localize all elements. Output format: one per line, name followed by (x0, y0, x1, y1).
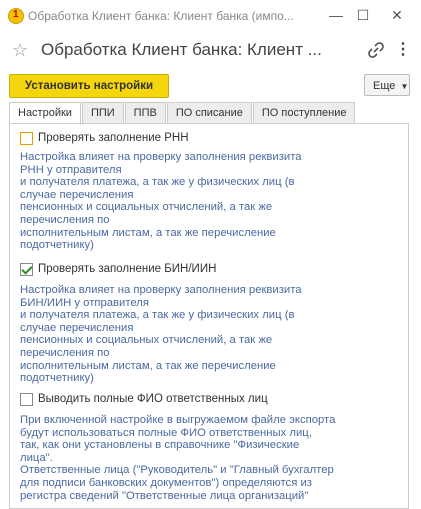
tab-settings[interactable]: Настройки (9, 102, 81, 125)
more-button-label: Еще (373, 80, 396, 92)
full-fio-description: При включенной настройке в выгружаемом ф… (20, 414, 336, 502)
page-title: Обработка Клиент банка: Клиент ... (41, 40, 322, 59)
check-bin-checkbox[interactable] (20, 262, 33, 276)
close-icon[interactable]: ✕ (387, 6, 407, 24)
check-rnn-checkbox[interactable] (20, 131, 33, 145)
tab-po-credit[interactable]: ПО поступление (252, 102, 356, 123)
form-header: ☆ Обработка Клиент банка: Клиент ... ⋮ (8, 38, 413, 64)
check-rnn-label: Проверять заполнение РНН (38, 132, 189, 144)
check-bin-label: Проверять заполнение БИН/ИИН (38, 263, 217, 275)
favorite-star-icon[interactable]: ☆ (12, 40, 28, 61)
chevron-down-icon: ▼ (400, 82, 409, 91)
more-menu-icon[interactable]: ⋮ (395, 42, 411, 58)
more-button[interactable]: Еще ▼ (364, 74, 410, 96)
window-titlebar: Обработка Клиент банка: Клиент банка (им… (0, 0, 421, 32)
link-icon[interactable] (367, 41, 385, 59)
apply-settings-button[interactable]: Установить настройки (9, 74, 169, 98)
check-rnn-description: Настройка влияет на проверку заполнения … (20, 151, 302, 252)
full-fio-checkbox[interactable] (20, 392, 33, 406)
check-rnn-row[interactable]: Проверять заполнение РНН (20, 130, 189, 146)
tab-po-debit[interactable]: ПО списание (166, 102, 252, 123)
app-logo-icon (8, 8, 24, 24)
settings-panel: Проверять заполнение РНН Настройка влияе… (9, 123, 409, 509)
minimize-icon[interactable]: — (326, 6, 346, 24)
full-fio-label: Выводить полные ФИО ответственных лиц (38, 393, 268, 405)
maximize-icon[interactable]: ☐ (353, 6, 373, 24)
check-bin-description: Настройка влияет на проверку заполнения … (20, 284, 302, 385)
window-title: Обработка Клиент банка: Клиент банка (им… (28, 9, 294, 23)
check-bin-row[interactable]: Проверять заполнение БИН/ИИН (20, 261, 216, 277)
tab-ppi[interactable]: ППИ (81, 102, 124, 123)
tab-ppv[interactable]: ППВ (124, 102, 166, 123)
full-fio-row[interactable]: Выводить полные ФИО ответственных лиц (20, 391, 268, 407)
tab-bar: Настройки ППИ ППВ ПО списание ПО поступл… (9, 102, 356, 125)
